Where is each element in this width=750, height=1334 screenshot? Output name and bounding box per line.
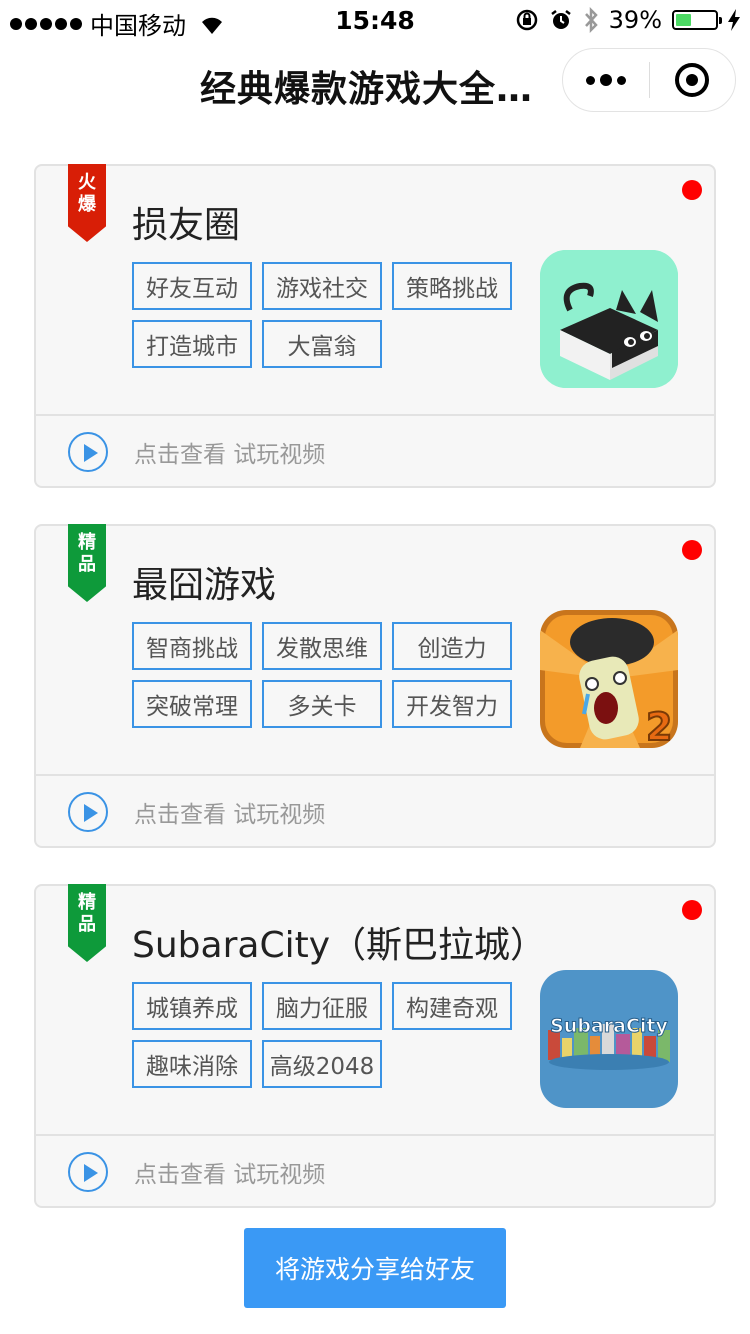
badge-char: 品 <box>78 914 96 935</box>
status-bar: 中国移动 15:48 39% <box>0 0 750 40</box>
tag: 脑力征服 <box>262 982 382 1030</box>
tag: 打造城市 <box>132 320 252 368</box>
page-title: 经典爆款游戏大全… <box>200 69 534 110</box>
charging-icon <box>728 9 740 31</box>
tag-list: 好友互动 游戏社交 策略挑战 打造城市 大富翁 <box>132 262 522 368</box>
play-icon <box>68 792 108 832</box>
share-button[interactable]: 将游戏分享给好友 <box>244 1228 506 1308</box>
trial-video-link[interactable]: 点击查看 试玩视频 <box>36 416 714 488</box>
badge-char: 火 <box>78 172 96 193</box>
alarm-icon <box>550 10 571 29</box>
game-card[interactable]: 火 爆 损友圈 好友互动 游戏社交 策略挑战 打造城市 大富翁 点击查看 试玩视… <box>34 164 716 488</box>
play-icon <box>68 432 108 472</box>
badge-char: 爆 <box>78 194 96 215</box>
battery-icon <box>672 10 722 30</box>
bluetooth-icon <box>584 7 598 33</box>
subaracity-logo-text: SubaraCity <box>550 1015 668 1037</box>
tag: 开发智力 <box>392 680 512 728</box>
tag: 创造力 <box>392 622 512 670</box>
card-top[interactable]: 火 爆 损友圈 好友互动 游戏社交 策略挑战 打造城市 大富翁 <box>36 164 714 414</box>
premium-badge: 精 品 <box>68 524 106 602</box>
tag: 趣味消除 <box>132 1040 252 1088</box>
game-title: SubaraCity（斯巴拉城） <box>132 925 547 966</box>
game-title: 最囧游戏 <box>132 565 277 606</box>
tag: 好友互动 <box>132 262 252 310</box>
close-ring-icon <box>675 63 710 97</box>
tag: 智商挑战 <box>132 622 252 670</box>
trial-video-link[interactable]: 点击查看 试玩视频 <box>36 1136 714 1208</box>
more-dot-icon <box>616 75 626 85</box>
game-title: 损友圈 <box>132 205 241 246</box>
tag: 游戏社交 <box>262 262 382 310</box>
badge-char: 品 <box>78 554 96 575</box>
more-button[interactable] <box>563 48 649 112</box>
tag: 构建奇观 <box>392 982 512 1030</box>
trial-video-label: 点击查看 试玩视频 <box>134 442 326 468</box>
trial-video-label: 点击查看 试玩视频 <box>134 1162 326 1188</box>
new-indicator-dot <box>682 900 702 920</box>
trial-video-label: 点击查看 试玩视频 <box>134 802 326 828</box>
more-dot-icon <box>585 75 595 85</box>
nav-bar: 经典爆款游戏大全… <box>0 40 750 128</box>
subaracity-logo-icon[interactable]: SubaraCity <box>540 970 678 1108</box>
premium-badge: 精 品 <box>68 884 106 962</box>
tag: 突破常理 <box>132 680 252 728</box>
card-top[interactable]: 精 品 SubaraCity（斯巴拉城） 城镇养成 脑力征服 构建奇观 趣味消除… <box>36 884 714 1134</box>
rotation-lock-icon <box>516 9 537 31</box>
tag-list: 城镇养成 脑力征服 构建奇观 趣味消除 高级2048 <box>132 982 522 1088</box>
tag: 大富翁 <box>262 320 382 368</box>
tag: 高级2048 <box>262 1040 382 1088</box>
new-indicator-dot <box>682 540 702 560</box>
tag: 策略挑战 <box>392 262 512 310</box>
badge-char: 精 <box>78 892 96 913</box>
tag: 城镇养成 <box>132 982 252 1030</box>
more-dot-icon <box>599 74 612 86</box>
mushroom-crying-icon[interactable]: 2 <box>540 610 678 748</box>
tag: 多关卡 <box>262 680 382 728</box>
play-icon <box>68 1152 108 1192</box>
new-indicator-dot <box>682 180 702 200</box>
badge-char: 精 <box>78 532 96 553</box>
battery-percent: 39% <box>608 6 662 34</box>
card-top[interactable]: 精 品 最囧游戏 智商挑战 发散思维 创造力 突破常理 多关卡 开发智力 2 <box>36 524 714 774</box>
game-card[interactable]: 精 品 最囧游戏 智商挑战 发散思维 创造力 突破常理 多关卡 开发智力 2 点… <box>34 524 716 848</box>
hot-badge: 火 爆 <box>68 164 106 242</box>
game-card[interactable]: 精 品 SubaraCity（斯巴拉城） 城镇养成 脑力征服 构建奇观 趣味消除… <box>34 884 716 1208</box>
husky-cube-icon[interactable] <box>540 250 678 388</box>
tag: 发散思维 <box>262 622 382 670</box>
trial-video-link[interactable]: 点击查看 试玩视频 <box>36 776 714 848</box>
mini-program-capsule <box>562 48 736 112</box>
close-button[interactable] <box>650 48 736 112</box>
svg-text:2: 2 <box>646 705 672 748</box>
tag-list: 智商挑战 发散思维 创造力 突破常理 多关卡 开发智力 <box>132 622 522 728</box>
